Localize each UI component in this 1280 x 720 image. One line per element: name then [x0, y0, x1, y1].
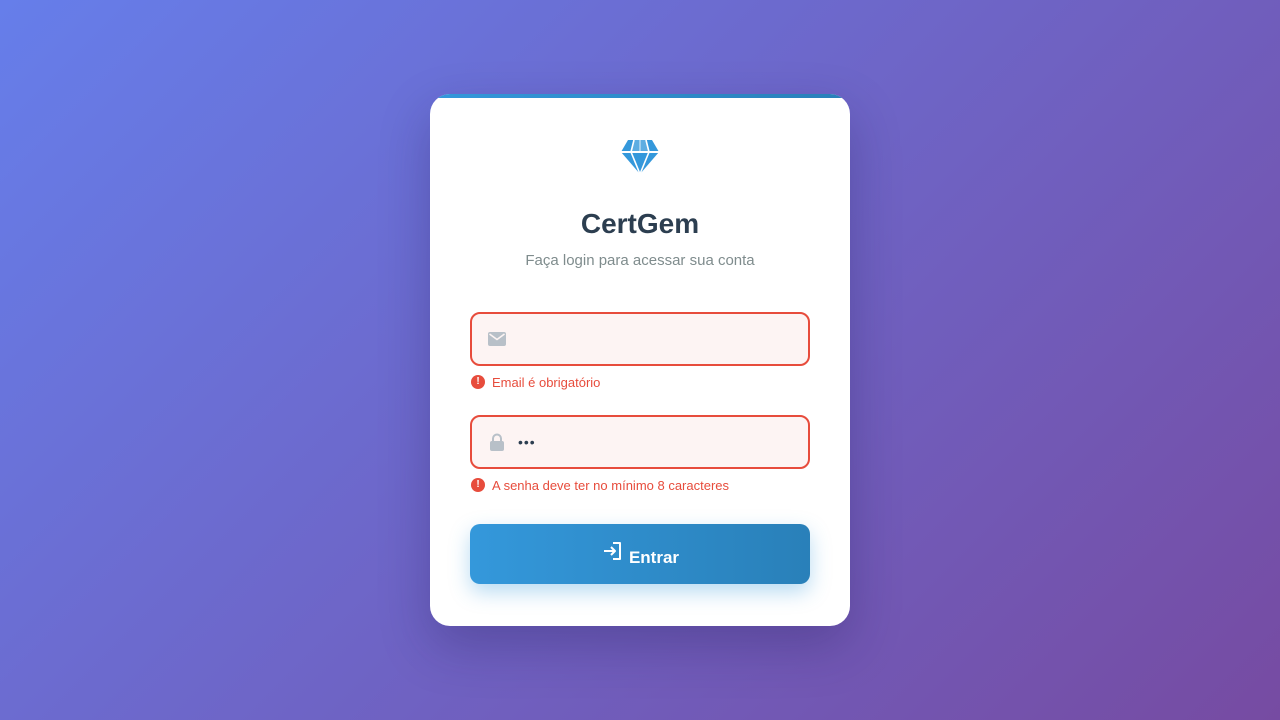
- exclamation-circle-icon: !: [471, 375, 485, 389]
- email-input[interactable]: [518, 314, 798, 364]
- exclamation-circle-icon: !: [471, 478, 485, 492]
- gem-icon: [619, 138, 661, 176]
- email-error-text: Email é obrigatório: [492, 374, 601, 390]
- email-field[interactable]: [470, 312, 810, 366]
- login-submit-button[interactable]: Entrar: [470, 524, 810, 584]
- login-subtitle: Faça login para acessar sua conta: [525, 252, 755, 269]
- sign-in-icon: [601, 540, 623, 562]
- app-title: CertGem: [580, 208, 700, 239]
- password-input[interactable]: [518, 417, 798, 467]
- email-error-message: ! Email é obrigatório: [471, 373, 600, 391]
- login-button-label: Entrar: [628, 548, 680, 567]
- lock-icon: [488, 433, 506, 451]
- card-accent-bar: [430, 94, 850, 98]
- password-error-message: ! A senha deve ter no mínimo 8 caractere…: [471, 476, 729, 494]
- login-card: CertGem Faça login para acessar sua cont…: [430, 94, 850, 626]
- password-error-text: A senha deve ter no mínimo 8 caracteres: [492, 477, 730, 493]
- password-field[interactable]: [470, 415, 810, 469]
- envelope-icon: [488, 330, 506, 348]
